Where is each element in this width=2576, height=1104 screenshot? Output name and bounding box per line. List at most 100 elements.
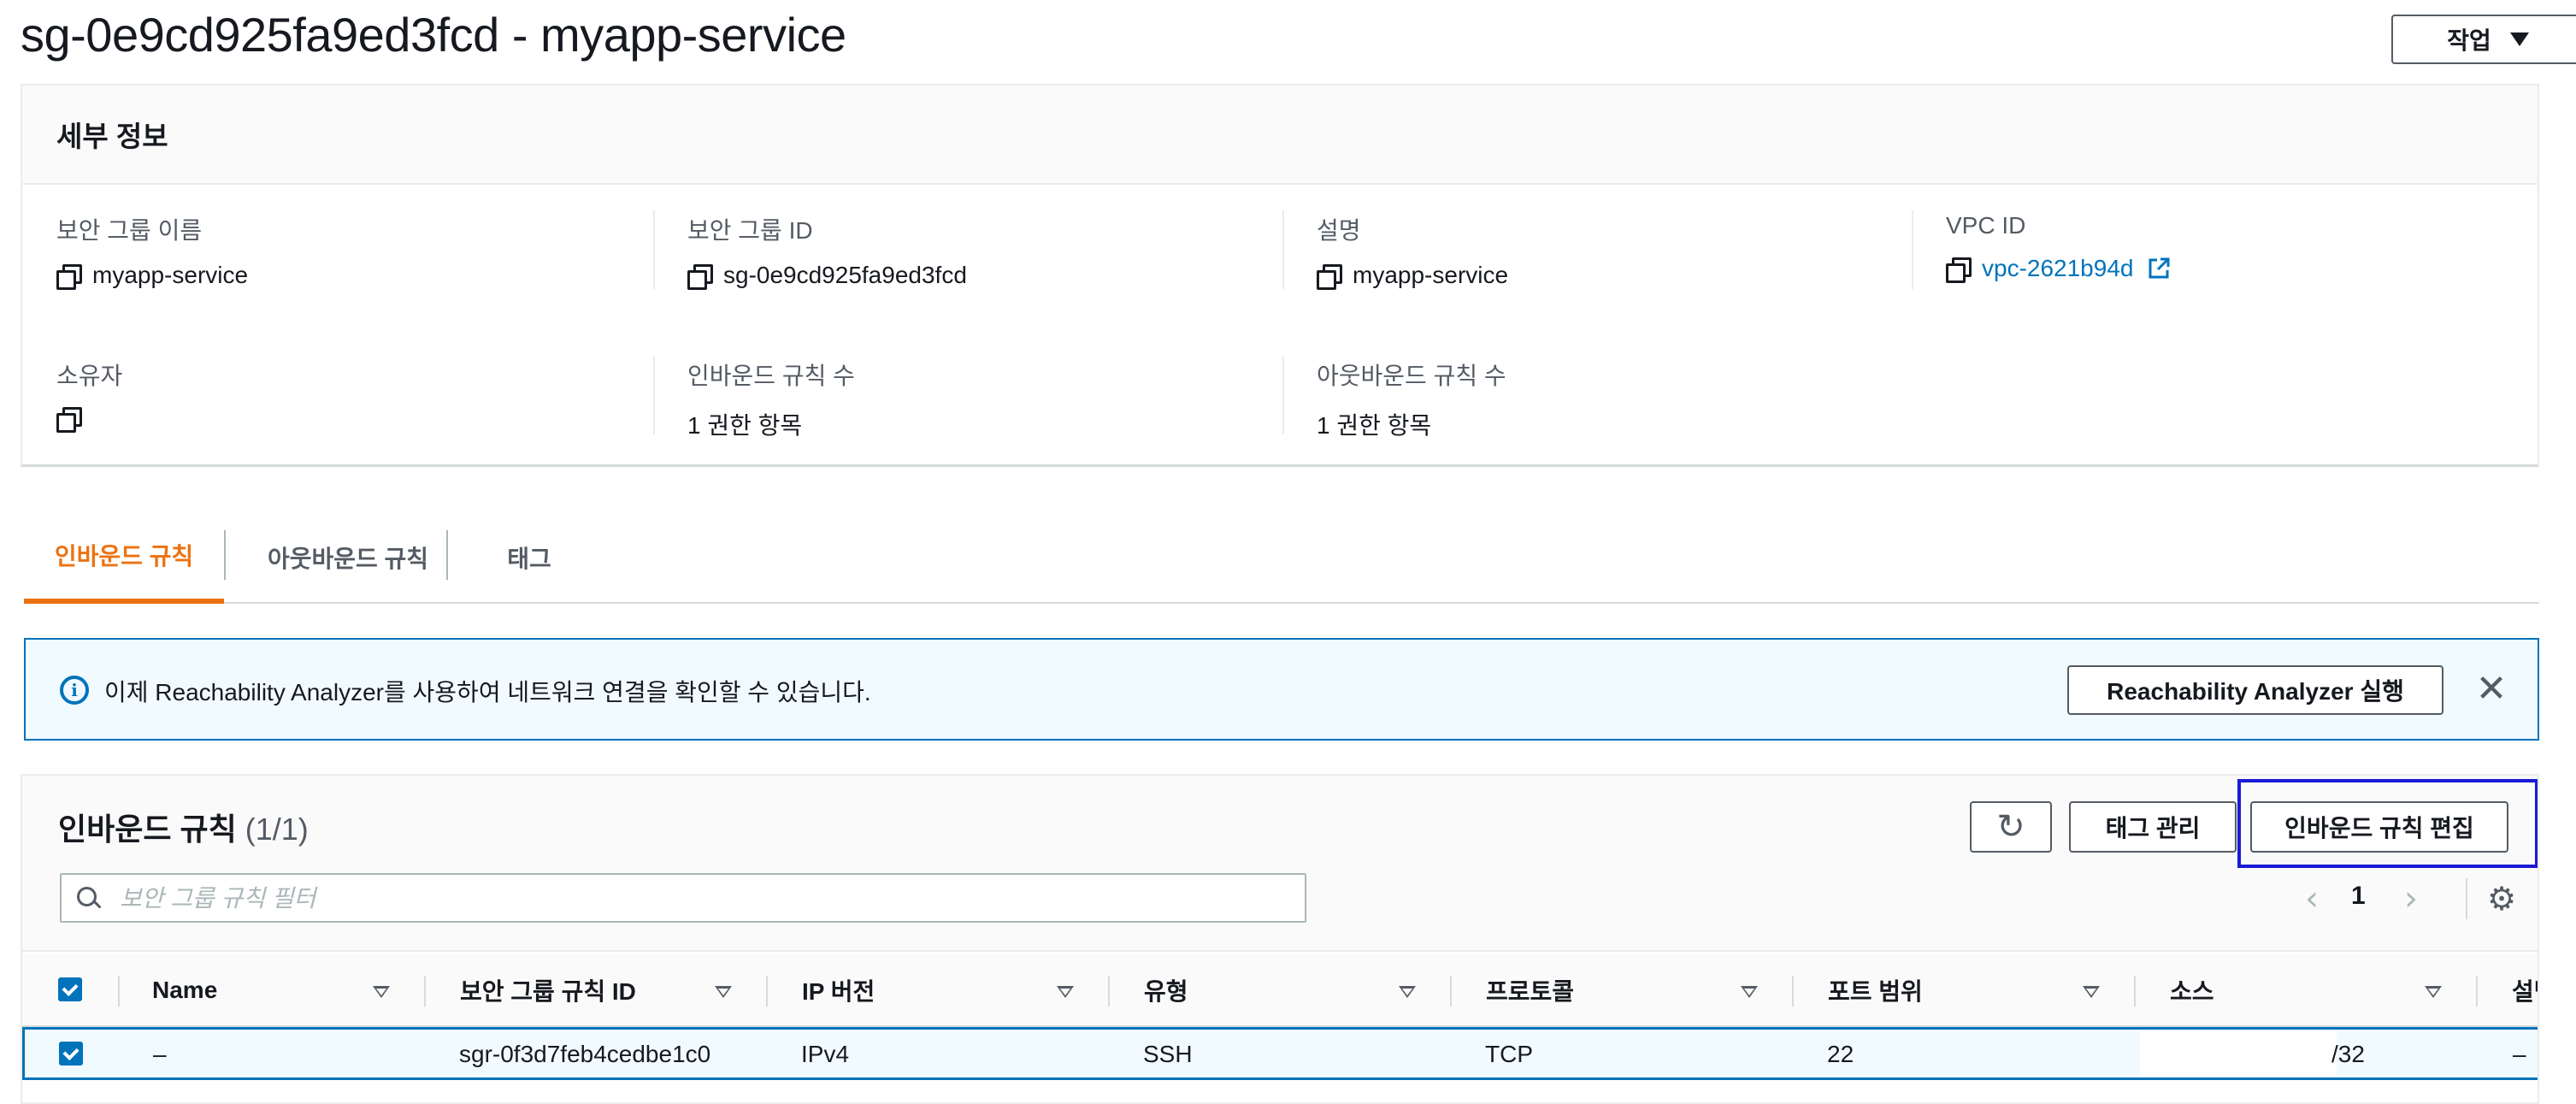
field-value: 1 권한 항목: [687, 407, 855, 441]
field-label: 보안 그룹 이름: [56, 217, 203, 244]
page-number[interactable]: 1: [2351, 882, 2366, 911]
page-title: sg-0e9cd925fa9ed3fcd - myapp-service: [21, 8, 846, 62]
security-group-id-value: sg-0e9cd925fa9ed3fcd: [723, 262, 967, 288]
table-row[interactable]: – sgr-0f3d7feb4cedbe1c0 IPv4 SSH TCP 22 …: [22, 1027, 2538, 1080]
copy-icon[interactable]: [1946, 257, 1972, 283]
sort-caret-icon[interactable]: [1057, 986, 1074, 998]
cell-protocol: TCP: [1485, 1041, 1533, 1067]
actions-dropdown-button[interactable]: 작업: [2391, 15, 2576, 64]
column-divider: [653, 210, 655, 289]
caret-down-icon: [2509, 32, 2529, 46]
column-divider: [766, 976, 768, 1007]
chevron-right-icon[interactable]: ›: [2396, 882, 2426, 916]
field-label: 설명: [1317, 217, 1361, 244]
field-security-group-name: 보안 그룹 이름 myapp-service: [56, 212, 249, 290]
field-value: myapp-service: [1317, 262, 1509, 290]
column-header-source[interactable]: 소스: [2170, 953, 2214, 1027]
inbound-rules-title-text: 인바운드 규칙: [58, 812, 237, 847]
field-label: 보안 그룹 ID: [687, 217, 813, 244]
field-label: 아웃바운드 규칙 수: [1317, 363, 1506, 389]
external-link-icon[interactable]: [2147, 257, 2171, 280]
column-divider: [2134, 976, 2136, 1007]
field-label: VPC ID: [1946, 212, 2026, 239]
sort-caret-icon[interactable]: [1399, 986, 1416, 998]
field-value: [56, 407, 122, 433]
pager-divider: [2466, 878, 2467, 919]
sort-caret-icon[interactable]: [1741, 986, 1758, 998]
info-flashbar: i 이제 Reachability Analyzer를 사용하여 네트워크 연결…: [24, 638, 2539, 741]
cell-name: –: [153, 1041, 167, 1067]
table-header: Name 보안 그룹 규칙 ID IP 버전 유형 프로토콜 포트 범위 소스 …: [22, 953, 2538, 1027]
cell-source: /32: [2331, 1041, 2365, 1067]
field-security-group-id: 보안 그룹 ID sg-0e9cd925fa9ed3fcd: [687, 212, 967, 290]
column-divider: [653, 356, 655, 434]
sort-caret-icon[interactable]: [715, 986, 732, 998]
sort-caret-icon[interactable]: [2425, 986, 2442, 998]
column-divider: [1282, 356, 1284, 434]
copy-icon[interactable]: [56, 407, 82, 433]
security-group-name-value: myapp-service: [92, 262, 249, 288]
column-header-ip-version[interactable]: IP 버전: [802, 953, 875, 1027]
field-vpc-id: VPC ID vpc-2621b94d: [1946, 212, 2171, 283]
flash-message: 이제 Reachability Analyzer를 사용하여 네트워크 연결을 …: [104, 679, 871, 705]
column-header-type[interactable]: 유형: [1144, 953, 1188, 1027]
row-checkbox[interactable]: [59, 1042, 83, 1066]
search-icon: [77, 887, 101, 911]
column-divider: [1450, 976, 1452, 1007]
copy-icon[interactable]: [56, 264, 82, 290]
field-value: vpc-2621b94d: [1946, 255, 2171, 283]
vpc-id-link[interactable]: vpc-2621b94d: [1982, 255, 2133, 282]
outbound-rule-count-value: 1 권한 항목: [1317, 412, 1432, 439]
cell-type: SSH: [1143, 1041, 1193, 1067]
column-divider: [118, 976, 120, 1007]
chevron-left-icon[interactable]: ‹: [2296, 882, 2327, 916]
copy-icon[interactable]: [687, 264, 713, 290]
run-reachability-analyzer-button[interactable]: Reachability Analyzer 실행: [2067, 665, 2443, 715]
info-icon: i: [60, 676, 89, 705]
column-header-port-range[interactable]: 포트 범위: [1828, 953, 1923, 1027]
close-icon[interactable]: ✕: [2474, 670, 2508, 708]
actions-button-label: 작업: [2447, 27, 2491, 54]
column-divider: [424, 976, 426, 1007]
inbound-rules-panel: 인바운드 규칙 (1/1) ↻ 태그 관리 인바운드 규칙 편집 ‹ 1 › ⚙…: [21, 774, 2539, 1104]
tab-tags[interactable]: 태그: [451, 511, 607, 604]
rule-filter-field[interactable]: [60, 873, 1306, 923]
cell-port-range: 22: [1827, 1041, 1854, 1067]
copy-icon[interactable]: [1317, 264, 1342, 290]
gear-icon[interactable]: ⚙: [2485, 882, 2519, 916]
column-header-protocol[interactable]: 프로토콜: [1486, 953, 1574, 1027]
field-inbound-rule-count: 인바운드 규칙 수 1 권한 항목: [687, 357, 855, 441]
column-header-description[interactable]: 설명: [2512, 953, 2538, 1027]
tab-inbound-rules[interactable]: 인바운드 규칙: [24, 511, 224, 604]
details-header: 세부 정보: [22, 86, 2538, 185]
inbound-rule-count-value: 1 권한 항목: [687, 412, 803, 439]
sort-caret-icon[interactable]: [373, 986, 390, 998]
redacted-area: [2140, 1031, 2337, 1076]
tab-separator: [446, 530, 448, 580]
field-value: myapp-service: [56, 262, 249, 290]
cell-description: –: [2513, 1041, 2526, 1067]
field-label: 소유자: [56, 363, 123, 389]
cell-rule-id: sgr-0f3d7feb4cedbe1c0: [459, 1041, 711, 1067]
refresh-button[interactable]: ↻: [1970, 801, 2052, 853]
inbound-rules-header: 인바운드 규칙 (1/1) ↻ 태그 관리 인바운드 규칙 편집 ‹ 1 › ⚙: [22, 776, 2538, 952]
manage-tags-button[interactable]: 태그 관리: [2069, 801, 2237, 853]
rule-filter-input[interactable]: [120, 882, 1282, 916]
field-value: sg-0e9cd925fa9ed3fcd: [687, 262, 967, 290]
inbound-rules-title: 인바운드 규칙 (1/1): [58, 805, 309, 849]
column-divider: [1792, 976, 1794, 1007]
column-divider: [2476, 976, 2478, 1007]
field-owner: 소유자: [56, 357, 123, 433]
refresh-icon: ↻: [1996, 807, 2025, 847]
rule-tabs: 인바운드 규칙 아웃바운드 규칙 태그: [24, 511, 2539, 604]
sort-caret-icon[interactable]: [2083, 986, 2100, 998]
description-value: myapp-service: [1353, 262, 1509, 288]
column-header-rule-id[interactable]: 보안 그룹 규칙 ID: [460, 953, 636, 1027]
tab-outbound-rules[interactable]: 아웃바운드 규칙: [227, 511, 469, 604]
field-description: 설명 myapp-service: [1317, 212, 1509, 290]
column-divider: [1282, 210, 1284, 289]
field-value: 1 권한 항목: [1317, 407, 1506, 441]
highlight-box: [2237, 779, 2538, 868]
column-header-name[interactable]: Name: [152, 953, 217, 1027]
select-all-checkbox[interactable]: [58, 977, 82, 1001]
